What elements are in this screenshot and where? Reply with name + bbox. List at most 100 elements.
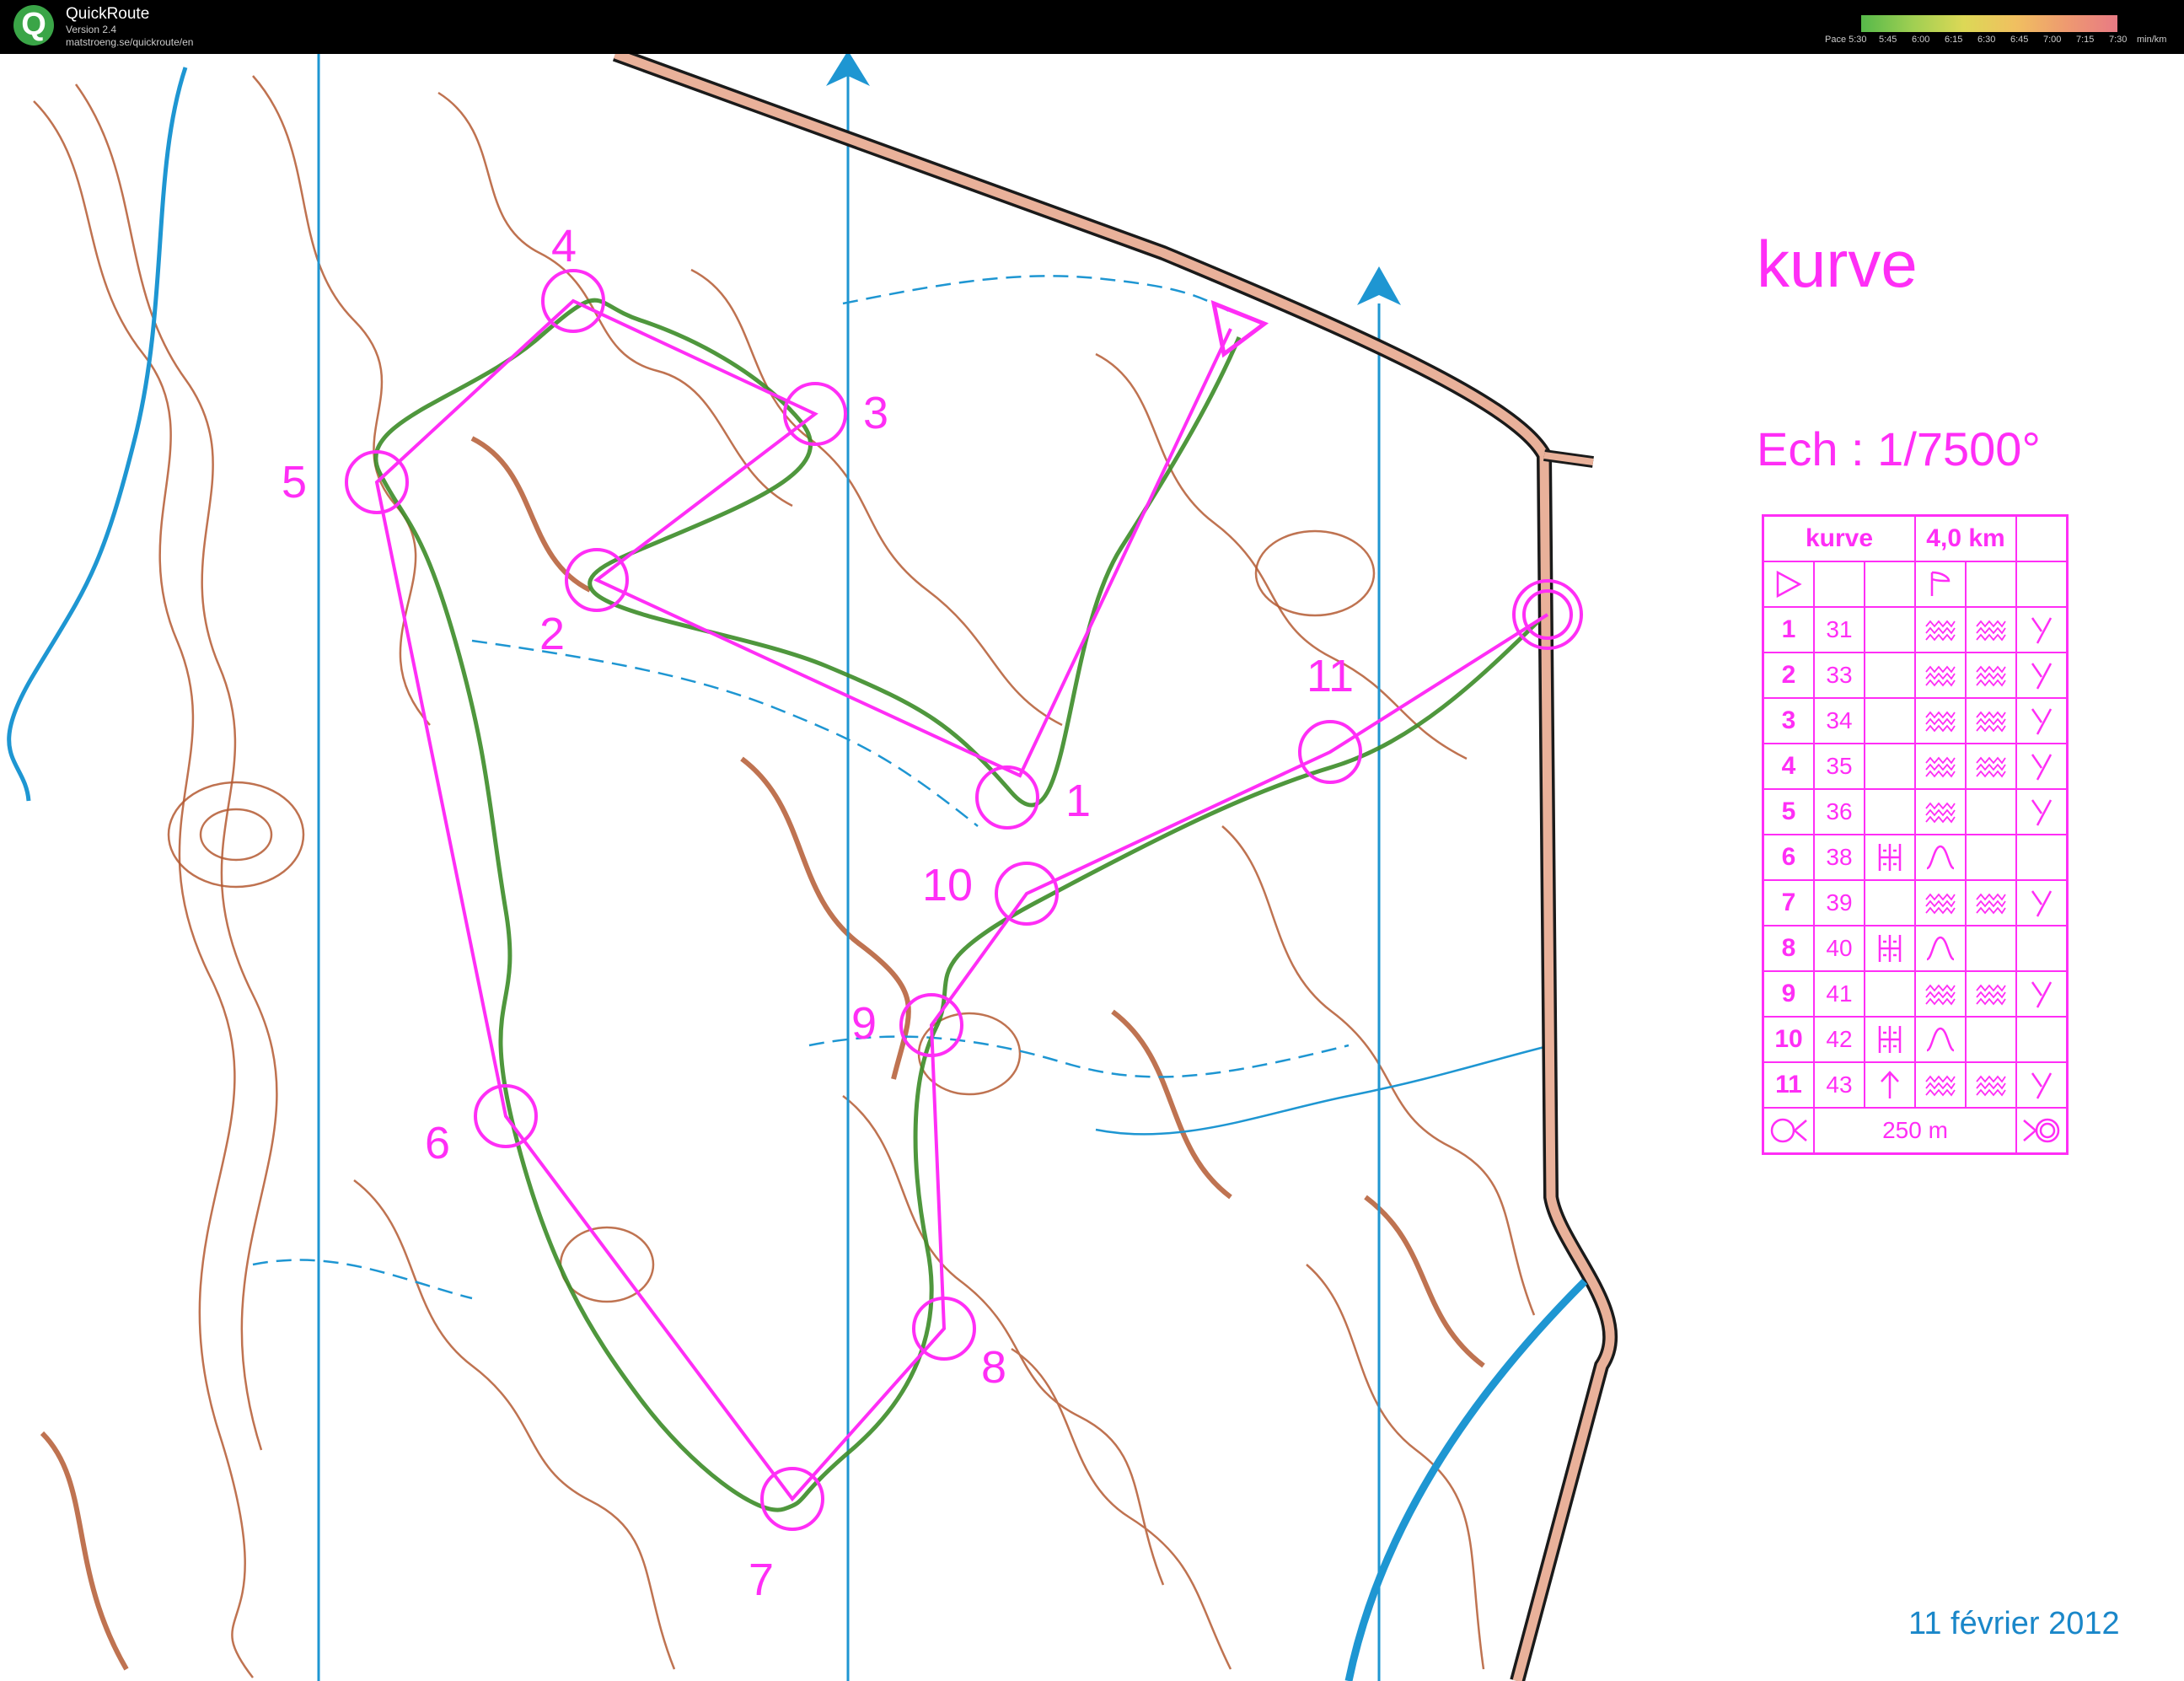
pace-label: min/km: [2137, 35, 2167, 45]
control-number: 7: [1762, 879, 1815, 926]
control-label: 10: [922, 860, 973, 910]
control-number: 3: [1762, 697, 1815, 744]
junction-icon: [2015, 970, 2069, 1018]
desc-row: 10 42: [1762, 1016, 2069, 1063]
app-url: matstroeng.se/quickroute/en: [66, 36, 194, 48]
control-code: 39: [1813, 879, 1865, 926]
control-label: 2: [539, 609, 565, 659]
junction-icon: [2015, 879, 2069, 926]
undergrowth-icon: [1965, 970, 2017, 1018]
undergrowth-icon: [1914, 652, 1967, 699]
knoll-icon: [1914, 834, 1967, 881]
undergrowth-icon: [1914, 788, 1967, 835]
start-triangle-icon: [1762, 561, 1815, 608]
control-label: 1: [1065, 776, 1091, 826]
control-label: 7: [749, 1555, 774, 1605]
undergrowth-icon: [1965, 697, 2017, 744]
pace-label: 6:00: [1912, 35, 1930, 45]
control-code: 34: [1813, 697, 1865, 744]
control-code: 31: [1813, 606, 1865, 653]
desc-course-name: kurve: [1762, 514, 1916, 562]
pace-label: 6:15: [1945, 35, 1963, 45]
undergrowth-icon: [1914, 606, 1967, 653]
control-label: 8: [981, 1342, 1006, 1393]
empty-cell: [1965, 1016, 2017, 1063]
undergrowth-icon: [1965, 1061, 2017, 1109]
desc-row: 2 33: [1762, 652, 2069, 699]
knoll-icon: [1914, 1016, 1967, 1063]
control-code: 43: [1813, 1061, 1865, 1109]
control-label: 3: [863, 388, 888, 438]
control-number: 11: [1762, 1061, 1815, 1109]
course-title: kurve: [1757, 227, 1918, 301]
control-code: 38: [1813, 834, 1865, 881]
pace-label: Pace 5:30: [1825, 35, 1867, 45]
control-number: 4: [1762, 743, 1815, 790]
control-number: 10: [1762, 1016, 1815, 1063]
control-label: 11: [1307, 651, 1354, 701]
map-scale: Ech : 1/7500°: [1757, 422, 2041, 475]
app-name: QuickRoute: [66, 5, 150, 23]
empty-cell: [1965, 925, 2017, 972]
empty-cell: [1965, 834, 2017, 881]
desc-row: 6 38: [1762, 834, 2069, 881]
pace-label: 6:45: [2010, 35, 2029, 45]
control-number: 9: [1762, 970, 1815, 1018]
finish-distance: 250 m: [1813, 1107, 2017, 1155]
empty-cell: [1965, 788, 2017, 835]
pace-label: 7:15: [2076, 35, 2095, 45]
empty-cell: [2015, 925, 2069, 972]
control-code: 36: [1813, 788, 1865, 835]
start-marker-icon: [1914, 561, 1967, 608]
junction-icon: [2015, 1061, 2069, 1109]
quickroute-logo-icon: Q: [13, 5, 54, 46]
empty-cell: [1864, 879, 1916, 926]
pace-label: 6:30: [1977, 35, 1996, 45]
control-label: 4: [551, 221, 577, 271]
desc-row: 3 34: [1762, 697, 2069, 744]
junction-icon: [2015, 652, 2069, 699]
empty-cell: [1864, 970, 1916, 1018]
undergrowth-icon: [1914, 697, 1967, 744]
desc-row: 4 35: [1762, 743, 2069, 790]
control-code: 41: [1813, 970, 1865, 1018]
control-label: 6: [425, 1118, 450, 1168]
map-date: 11 février 2012: [1908, 1606, 2120, 1641]
empty-cell: [2015, 1016, 2069, 1063]
knoll-icon: [1914, 925, 1967, 972]
finish-circle-icon: [2015, 1107, 2069, 1155]
undergrowth-icon: [1914, 879, 1967, 926]
junction-icon: [2015, 788, 2069, 835]
title-bar: Q QuickRoute Version 2.4 matstroeng.se/q…: [0, 0, 2184, 54]
desc-row: 5 36: [1762, 788, 2069, 835]
empty-cell: [1864, 606, 1916, 653]
undergrowth-icon: [1914, 743, 1967, 790]
empty-cell: [1864, 788, 1916, 835]
undergrowth-icon: [1965, 879, 2017, 926]
desc-row: 1 31: [1762, 606, 2069, 653]
desc-row: 7 39: [1762, 879, 2069, 926]
undergrowth-icon: [1965, 743, 2017, 790]
control-number: 5: [1762, 788, 1815, 835]
control-code: 33: [1813, 652, 1865, 699]
pace-label: 7:30: [2109, 35, 2128, 45]
control-code: 35: [1813, 743, 1865, 790]
empty-cell: [2015, 834, 2069, 881]
pace-label: 7:00: [2043, 35, 2062, 45]
desc-row: 9 41: [1762, 970, 2069, 1018]
arrow-up-icon: [1864, 1061, 1916, 1109]
app-version: Version 2.4: [66, 24, 117, 35]
control-number: 1: [1762, 606, 1815, 653]
control-number: 6: [1762, 834, 1815, 881]
cliff-icon: [1864, 925, 1916, 972]
junction-icon: [2015, 606, 2069, 653]
finish-start-icon: [1762, 1107, 1815, 1155]
control-code: 42: [1813, 1016, 1865, 1063]
control-label: 9: [851, 998, 877, 1049]
control-code: 40: [1813, 925, 1865, 972]
junction-icon: [2015, 697, 2069, 744]
cliff-icon: [1864, 834, 1916, 881]
empty-cell: [1864, 743, 1916, 790]
pace-color-bar: [1861, 15, 2117, 32]
undergrowth-icon: [1965, 652, 2017, 699]
